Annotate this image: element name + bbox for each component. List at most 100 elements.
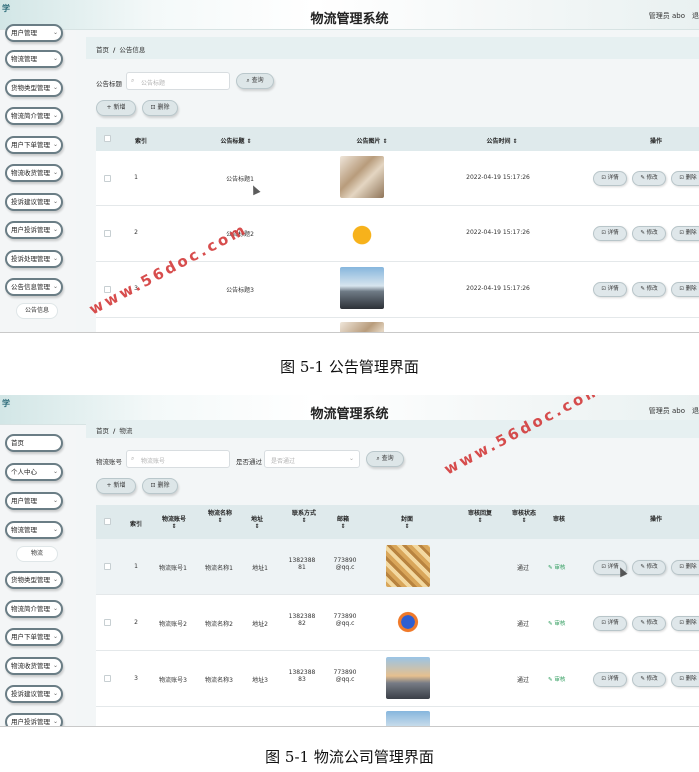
sidebar-item-label: 用户管理 bbox=[11, 497, 37, 505]
delete-button[interactable]: ⊡ 删除 bbox=[671, 560, 699, 575]
sidebar-sub-announcement[interactable]: 公告信息 bbox=[16, 303, 58, 319]
table-row[interactable]: 1 物流账号1 物流名称1 地址1 1382388 81 773890 @qq.c … bbox=[96, 539, 699, 595]
row-checkbox[interactable] bbox=[104, 563, 111, 570]
col-audit-status[interactable]: 审核状态 ⇕ bbox=[502, 508, 546, 524]
edit-button[interactable]: ✎ 修改 bbox=[632, 672, 666, 687]
col-address-label: 地址 bbox=[250, 516, 263, 523]
detail-button[interactable]: ⊡ 详情 bbox=[593, 171, 627, 186]
table-row[interactable]: 3 公告标题3 2022-04-19 15:17:26 ⊡ 详情 ✎ 修改 ⊡ … bbox=[96, 262, 699, 318]
edit-button[interactable]: ✎ 修改 bbox=[632, 226, 666, 241]
batch-delete-button[interactable]: ⊡ 删除 bbox=[142, 100, 178, 116]
row-checkbox[interactable] bbox=[104, 230, 111, 237]
audit-link[interactable]: ✎ 审核 bbox=[548, 619, 565, 627]
sidebar-item-label: 投诉建议管理 bbox=[11, 198, 50, 206]
row-name: 物流名称2 bbox=[205, 621, 233, 628]
sidebar-item-cargo-type-mgmt[interactable]: 货物类型管理 ⌄ bbox=[5, 79, 63, 97]
delete-button[interactable]: ⊡ 删除 bbox=[671, 282, 699, 297]
sort-icon: ⇕ bbox=[340, 523, 346, 530]
row-checkbox[interactable] bbox=[104, 175, 111, 182]
sidebar-item-complaint-mgmt[interactable]: 用户投诉管理 ⌄ bbox=[5, 713, 63, 726]
edit-button[interactable]: ✎ 修改 bbox=[632, 616, 666, 631]
audit-link[interactable]: ✎ 审核 bbox=[548, 675, 565, 683]
query-button[interactable]: ⌕ 查询 bbox=[236, 73, 274, 89]
add-button[interactable]: + 新增 bbox=[96, 100, 136, 116]
sidebar-item-order-mgmt[interactable]: 用户下单管理 ⌄ bbox=[5, 628, 63, 646]
sort-icon: ⇕ bbox=[171, 523, 177, 530]
detail-button[interactable]: ⊡ 详情 bbox=[593, 672, 627, 687]
sidebar-sub-logistics[interactable]: 物流 bbox=[16, 546, 58, 562]
admin-label[interactable]: 管理员 abo bbox=[649, 406, 685, 416]
sidebar-item-order-mgmt[interactable]: 用户下单管理 ⌄ bbox=[5, 136, 63, 154]
col-name[interactable]: 物流名称 ⇕ bbox=[198, 508, 242, 524]
logout-link[interactable]: 退 bbox=[692, 11, 699, 21]
batch-delete-button[interactable]: ⊡ 删除 bbox=[142, 478, 178, 494]
delete-button[interactable]: ⊡ 删除 bbox=[671, 226, 699, 241]
sidebar-item-receipt-mgmt[interactable]: 物流收货管理 ⌄ bbox=[5, 164, 63, 182]
sidebar-item-cargo-type-mgmt[interactable]: 货物类型管理 ⌄ bbox=[5, 571, 63, 589]
logout-link[interactable]: 退 bbox=[692, 406, 699, 416]
breadcrumb-home[interactable]: 首页 bbox=[96, 427, 109, 435]
audit-link[interactable]: ✎ 审核 bbox=[548, 563, 565, 571]
sidebar-item-complaint-mgmt[interactable]: 用户投诉管理 ⌄ bbox=[5, 221, 63, 239]
select-all-checkbox[interactable] bbox=[104, 518, 111, 525]
sidebar-item-label: 货物类型管理 bbox=[11, 576, 50, 584]
edit-button[interactable]: ✎ 修改 bbox=[632, 560, 666, 575]
sidebar-item-logistics-mgmt[interactable]: 物流管理 ⌄ bbox=[5, 521, 63, 539]
col-address[interactable]: 地址 ⇕ bbox=[242, 514, 272, 530]
sidebar-item-receipt-mgmt[interactable]: 物流收货管理 ⌄ bbox=[5, 657, 63, 675]
sort-icon: ⇕ bbox=[404, 523, 410, 530]
sidebar-item-home[interactable]: 首页 bbox=[5, 434, 63, 452]
detail-button[interactable]: ⊡ 详情 bbox=[593, 282, 627, 297]
sidebar-item-user-mgmt[interactable]: 用户管理 ⌄ bbox=[5, 492, 63, 510]
table-row[interactable] bbox=[96, 318, 699, 332]
edit-button[interactable]: ✎ 修改 bbox=[632, 282, 666, 297]
chevron-down-icon: ⌄ bbox=[52, 29, 58, 36]
sidebar-item-announcement-mgmt[interactable]: 公告信息管理 ⌄ bbox=[5, 278, 63, 296]
col-audit-status-label: 审核状态 bbox=[511, 510, 536, 517]
sidebar-item-label: 物流收货管理 bbox=[11, 169, 50, 177]
search-input[interactable]: ⌕ 公告标题 bbox=[126, 72, 230, 90]
col-title[interactable]: 公告标题 ⇕ bbox=[196, 136, 276, 145]
sidebar-item-suggestion-mgmt[interactable]: 投诉建议管理 ⌄ bbox=[5, 685, 63, 703]
col-cover[interactable]: 封面 ⇕ bbox=[392, 514, 422, 530]
sidebar-item-suggestion-mgmt[interactable]: 投诉建议管理 ⌄ bbox=[5, 193, 63, 211]
main-content: 首页 / 物流 物流账号 ⌕ 物流账号 是否通过 是否通过 ⌄ ⌕ 查询 + 新增 ⊡ … bbox=[86, 420, 699, 726]
select-all-checkbox[interactable] bbox=[104, 135, 111, 142]
sidebar-item-complaint-handle-mgmt[interactable]: 投诉处理管理 ⌄ bbox=[5, 250, 63, 268]
col-phone[interactable]: 联系方式 ⇕ bbox=[282, 508, 326, 524]
main-content: 首页 / 公告信息 公告标题 ⌕ 公告标题 ⌕ 查询 + 新增 ⊡ 删除 索引 公告标… bbox=[86, 30, 699, 332]
col-audit: 审核 bbox=[544, 514, 574, 523]
col-audit-reply[interactable]: 审核回复 ⇕ bbox=[458, 508, 502, 524]
table-row[interactable]: 2 物流账号2 物流名称2 地址2 1382388 82 773890 @qq.c … bbox=[96, 595, 699, 651]
delete-button[interactable]: ⊡ 删除 bbox=[671, 171, 699, 186]
col-time[interactable]: 公告时间 ⇕ bbox=[462, 136, 542, 145]
col-image[interactable]: 公告图片 ⇕ bbox=[332, 136, 412, 145]
account-search-input[interactable]: ⌕ 物流账号 bbox=[126, 450, 230, 468]
delete-button[interactable]: ⊡ 删除 bbox=[671, 616, 699, 631]
admin-label[interactable]: 管理员 abo bbox=[649, 11, 685, 21]
col-audit-reply-label: 审核回复 bbox=[467, 510, 492, 517]
add-button[interactable]: + 新增 bbox=[96, 478, 136, 494]
col-email[interactable]: 邮箱 ⇕ bbox=[328, 514, 358, 530]
detail-button[interactable]: ⊡ 详情 bbox=[593, 226, 627, 241]
row-checkbox[interactable] bbox=[104, 619, 111, 626]
search-icon: ⌕ bbox=[131, 455, 135, 462]
delete-button[interactable]: ⊡ 删除 bbox=[671, 672, 699, 687]
sidebar-item-user-mgmt[interactable]: 用户管理 ⌄ bbox=[5, 24, 63, 42]
edit-button[interactable]: ✎ 修改 bbox=[632, 171, 666, 186]
cover-image bbox=[386, 545, 430, 587]
sidebar-item-intro-mgmt[interactable]: 物流简介管理 ⌄ bbox=[5, 107, 63, 125]
detail-button[interactable]: ⊡ 详情 bbox=[593, 616, 627, 631]
approval-filter-select[interactable]: 是否通过 ⌄ bbox=[264, 450, 360, 468]
row-phone: 1382388 81 bbox=[280, 557, 324, 571]
table-row[interactable]: 3 物流账号3 物流名称3 地址3 1382388 83 773890 @qq.c … bbox=[96, 651, 699, 707]
row-checkbox[interactable] bbox=[104, 675, 111, 682]
breadcrumb-home[interactable]: 首页 bbox=[96, 46, 109, 54]
sidebar-item-intro-mgmt[interactable]: 物流简介管理 ⌄ bbox=[5, 600, 63, 618]
table-row[interactable]: 1 公告标题1 2022-04-19 15:17:26 ⊡ 详情 ✎ 修改 ⊡ … bbox=[96, 151, 699, 206]
sidebar-item-logistics-mgmt[interactable]: 物流管理 ⌄ bbox=[5, 50, 63, 68]
col-account[interactable]: 物流账号 ⇕ bbox=[152, 514, 196, 530]
sidebar-item-profile[interactable]: 个人中心 ⌄ bbox=[5, 463, 63, 481]
query-button[interactable]: ⌕ 查询 bbox=[366, 451, 404, 467]
table-row[interactable] bbox=[96, 707, 699, 726]
